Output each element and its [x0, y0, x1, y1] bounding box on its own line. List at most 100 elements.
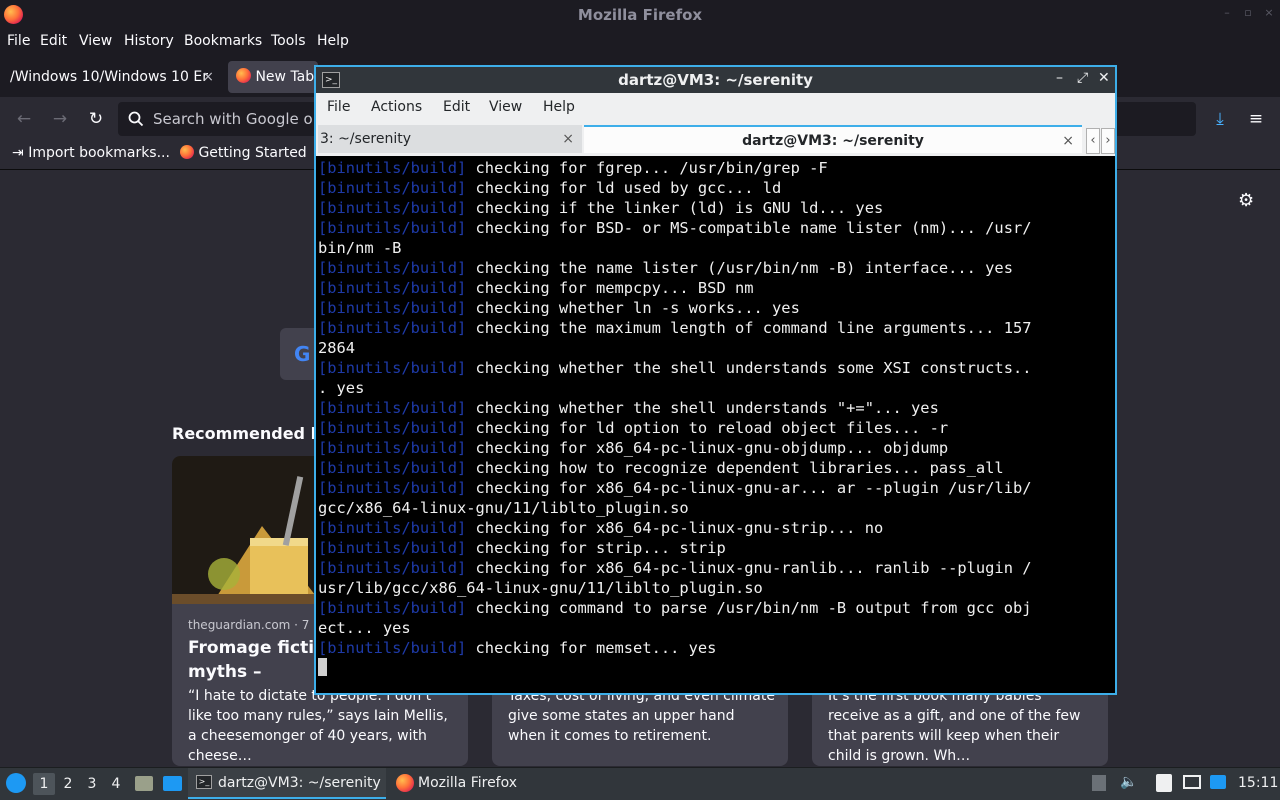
line-text: checking for mempcpy... BSD nm: [466, 279, 754, 297]
reload-icon[interactable]: ↻: [84, 107, 108, 131]
terminal-titlebar[interactable]: >_ dartz@VM3: ~/serenity – ⤢ ✕: [316, 67, 1115, 93]
forward-icon[interactable]: →: [48, 107, 72, 131]
firefox-menubar: File Edit View History Bookmarks Tools H…: [0, 29, 1280, 55]
terminal-menu-view[interactable]: View: [489, 99, 522, 115]
tray-expander-icon[interactable]: [1092, 775, 1106, 791]
build-prefix: [binutils/build]: [318, 599, 467, 617]
downloads-icon[interactable]: ⤓: [1208, 107, 1232, 131]
line-text: checking the name lister (/usr/bin/nm -B…: [466, 259, 1013, 277]
terminal-line: bin/nm -B: [318, 238, 1113, 258]
minimize-icon[interactable]: –: [1056, 70, 1063, 86]
terminal-line: [binutils/build] checking for x86_64-pc-…: [318, 558, 1113, 578]
terminal-window[interactable]: >_ dartz@VM3: ~/serenity – ⤢ ✕ File Acti…: [314, 65, 1117, 695]
terminal-output[interactable]: [binutils/build] checking for fgrep... /…: [318, 158, 1113, 693]
line-text: gcc/x86_64-linux-gnu/11/liblto_plugin.so: [318, 499, 689, 517]
line-text: checking for ld used by gcc... ld: [466, 179, 782, 197]
terminal-tab-inactive[interactable]: 3: ~/serenity ×: [318, 125, 582, 153]
line-text: checking the maximum length of command l…: [466, 319, 1032, 337]
firefox-app-icon: [396, 774, 414, 792]
terminal-line: [binutils/build] checking for fgrep... /…: [318, 158, 1113, 178]
taskbar: 1 2 3 4 >_ dartz@VM3: ~/serenity Mozilla…: [0, 767, 1280, 800]
menu-help[interactable]: Help: [317, 33, 349, 49]
app-launcher-icon[interactable]: [6, 773, 26, 793]
terminal-line: [binutils/build] checking for ld option …: [318, 418, 1113, 438]
terminal-tab-label: dartz@VM3: ~/serenity: [742, 133, 924, 149]
tab-close-icon[interactable]: ×: [202, 61, 214, 93]
build-prefix: [binutils/build]: [318, 399, 467, 417]
line-text: checking whether the shell understands s…: [466, 359, 1032, 377]
terminal-line: [binutils/build] checking for x86_64-pc-…: [318, 438, 1113, 458]
hamburger-menu-icon[interactable]: ≡: [1244, 107, 1268, 131]
network-icon[interactable]: [1183, 775, 1201, 789]
terminal-line: [binutils/build] checking for x86_64-pc-…: [318, 478, 1113, 498]
menu-file[interactable]: File: [7, 33, 30, 49]
search-icon: [128, 111, 144, 127]
close-icon[interactable]: ✕: [1098, 70, 1110, 86]
terminal-tab-active[interactable]: dartz@VM3: ~/serenity ×: [584, 125, 1082, 153]
desktop-3[interactable]: 3: [81, 773, 103, 795]
gear-icon[interactable]: ⚙: [1238, 190, 1254, 211]
clock[interactable]: 15:11: [1238, 775, 1278, 791]
terminal-line: [binutils/build] checking if the linker …: [318, 198, 1113, 218]
notifications-icon[interactable]: [1210, 775, 1226, 789]
terminal-menu-file[interactable]: File: [327, 99, 350, 115]
url-placeholder: Search with Google or: [153, 110, 319, 128]
menu-tools[interactable]: Tools: [271, 33, 306, 49]
maximize-icon[interactable]: ⤢: [1077, 70, 1088, 86]
task-firefox[interactable]: Mozilla Firefox: [390, 768, 530, 799]
bookmark-getting-started[interactable]: Getting Started: [180, 145, 307, 161]
terminal-line: [binutils/build] checking for strip... s…: [318, 538, 1113, 558]
tab-new-tab[interactable]: New Tab: [228, 61, 318, 93]
minimize-icon[interactable]: –: [1222, 7, 1232, 18]
terminal-prompt-line[interactable]: [318, 658, 1113, 678]
line-text: usr/lib/gcc/x86_64-linux-gnu/11/liblto_p…: [318, 579, 763, 597]
terminal-line: [binutils/build] checking how to recogni…: [318, 458, 1113, 478]
show-desktop-icon[interactable]: [163, 776, 182, 791]
firefox-titlebar: Mozilla Firefox – ▫ ×: [0, 0, 1280, 29]
clipboard-icon[interactable]: [1156, 774, 1172, 792]
desktop-2[interactable]: 2: [57, 773, 79, 795]
google-logo-icon: G: [294, 342, 311, 366]
build-prefix: [binutils/build]: [318, 219, 467, 237]
scroll-tabs-right-icon[interactable]: ›: [1101, 128, 1115, 154]
bookmark-label: Getting Started: [198, 145, 307, 161]
back-icon[interactable]: ←: [12, 107, 36, 131]
maximize-icon[interactable]: ▫: [1243, 7, 1253, 18]
terminal-menu-help[interactable]: Help: [543, 99, 575, 115]
menu-bookmarks[interactable]: Bookmarks: [184, 33, 262, 49]
desktop-1[interactable]: 1: [33, 773, 55, 795]
terminal-line: [binutils/build] checking whether ln -s …: [318, 298, 1113, 318]
build-prefix: [binutils/build]: [318, 299, 467, 317]
terminal-line: [binutils/build] checking for x86_64-pc-…: [318, 518, 1113, 538]
story-excerpt: “I hate to dictate to people. I don’t li…: [188, 688, 448, 764]
terminal-menu-edit[interactable]: Edit: [443, 99, 470, 115]
task-terminal[interactable]: >_ dartz@VM3: ~/serenity: [188, 768, 386, 799]
terminal-menubar: File Actions Edit View Help: [316, 93, 1115, 122]
terminal-line: [binutils/build] checking the maximum le…: [318, 318, 1113, 338]
volume-icon[interactable]: 🔈: [1120, 774, 1137, 790]
close-icon[interactable]: ×: [1264, 7, 1274, 18]
menu-history[interactable]: History: [124, 33, 174, 49]
line-text: checking whether ln -s works... yes: [466, 299, 800, 317]
terminal-line: ect... yes: [318, 618, 1113, 638]
tab-close-icon[interactable]: ×: [562, 125, 574, 153]
scroll-tabs-left-icon[interactable]: ‹: [1086, 128, 1100, 154]
build-prefix: [binutils/build]: [318, 319, 467, 337]
terminal-line: [binutils/build] checking for BSD- or MS…: [318, 218, 1113, 238]
desktop-4[interactable]: 4: [105, 773, 127, 795]
line-text: checking for BSD- or MS-compatible name …: [466, 219, 1032, 237]
terminal-menu-actions[interactable]: Actions: [371, 99, 422, 115]
firefox-favicon-icon: [236, 68, 251, 83]
tab-windows-10[interactable]: /Windows 10/Windows 10 Er ×: [0, 61, 222, 93]
build-prefix: [binutils/build]: [318, 159, 467, 177]
build-prefix: [binutils/build]: [318, 439, 467, 457]
menu-edit[interactable]: Edit: [40, 33, 67, 49]
tab-close-icon[interactable]: ×: [1062, 127, 1074, 153]
menu-view[interactable]: View: [79, 33, 112, 49]
line-text: checking for memset... yes: [466, 639, 717, 657]
build-prefix: [binutils/build]: [318, 259, 467, 277]
file-manager-icon[interactable]: [135, 776, 153, 791]
bookmark-import[interactable]: ⇥ Import bookmarks...: [12, 145, 170, 161]
terminal-line: [binutils/build] checking for memset... …: [318, 638, 1113, 658]
line-text: checking whether the shell understands "…: [466, 399, 939, 417]
